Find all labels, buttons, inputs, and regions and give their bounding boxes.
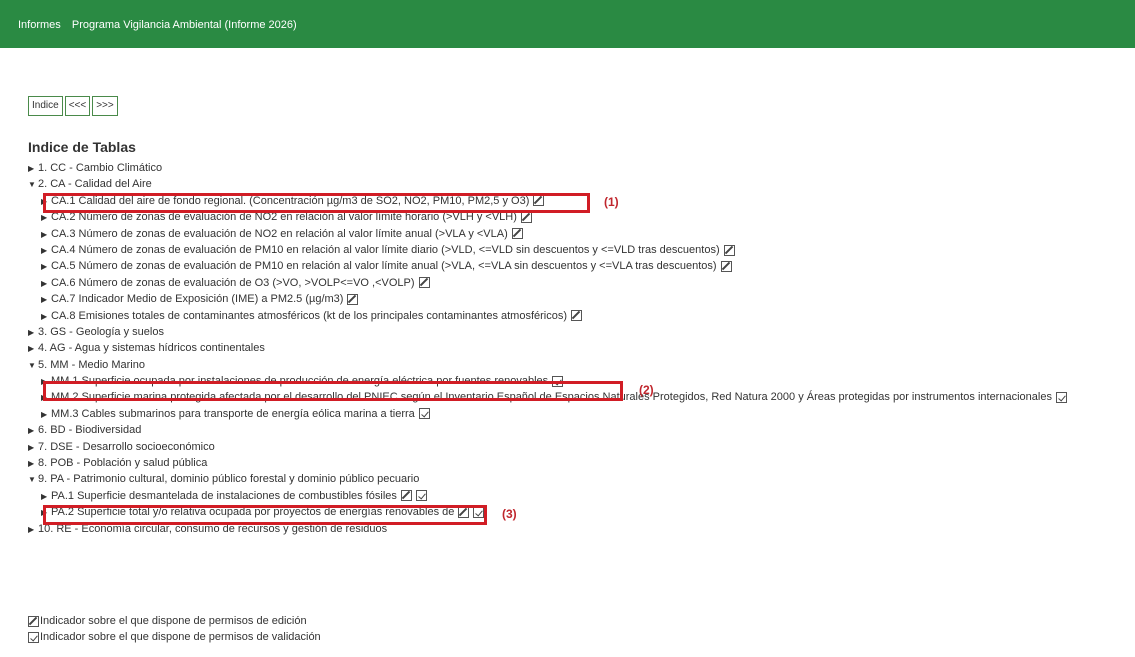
legend-edit: Indicador sobre el que dispone de permis… xyxy=(28,613,321,629)
index-nav-buttons: Indice <<< >>> xyxy=(28,96,118,116)
next-button[interactable]: >>> xyxy=(92,96,118,116)
caret-right-icon[interactable]: ▶ xyxy=(41,309,51,325)
permissions-legend: Indicador sobre el que dispone de permis… xyxy=(28,613,321,645)
tree-label[interactable]: CA.7 Indicador Medio de Exposición (IME)… xyxy=(51,293,343,305)
tree-item[interactable]: ▶ CA.8 Emisiones totales de contaminantes… xyxy=(28,308,1128,324)
tree-section[interactable]: ▶ 4. AG - Agua y sistemas hídricos contin… xyxy=(28,340,1128,356)
caret-right-icon[interactable]: ▶ xyxy=(41,227,51,243)
legend-validate-text: Indicador sobre el que dispone de permis… xyxy=(40,631,321,643)
tree-label[interactable]: 9. PA - Patrimonio cultural, dominio púb… xyxy=(38,473,419,485)
tree-label[interactable]: CA.5 Número de zonas de evaluación de PM… xyxy=(51,260,717,272)
annotation-label-3: (3) xyxy=(502,507,517,521)
tree-label[interactable]: PA.1 Superficie desmantelada de instalac… xyxy=(51,490,397,502)
caret-right-icon[interactable]: ▶ xyxy=(28,440,38,456)
edit-icon[interactable] xyxy=(347,293,359,305)
caret-right-icon[interactable]: ▶ xyxy=(28,325,38,341)
annotation-label-2: (2) xyxy=(639,383,654,397)
tree-label[interactable]: 2. CA - Calidad del Aire xyxy=(38,178,152,190)
tree-item[interactable]: ▶ CA.7 Indicador Medio de Exposición (IME… xyxy=(28,291,1128,307)
checkbox-icon[interactable] xyxy=(418,408,430,420)
tree-label[interactable]: CA.6 Número de zonas de evaluación de O3… xyxy=(51,277,415,289)
caret-right-icon[interactable]: ▶ xyxy=(41,243,51,259)
caret-right-icon[interactable]: ▶ xyxy=(28,522,38,538)
highlight-box-1 xyxy=(43,193,590,213)
page-title: Indice de Tablas xyxy=(28,139,136,155)
caret-right-icon[interactable]: ▶ xyxy=(28,423,38,439)
tree-section[interactable]: ▼ 9. PA - Patrimonio cultural, dominio pú… xyxy=(28,471,1128,487)
tree-item[interactable]: ▶ CA.4 Número de zonas de evaluación de P… xyxy=(28,242,1128,258)
previous-button[interactable]: <<< xyxy=(64,96,91,116)
tree-item[interactable]: ▶ CA.3 Número de zonas de evaluación de N… xyxy=(28,226,1128,242)
tree-label[interactable]: CA.4 Número de zonas de evaluación de PM… xyxy=(51,244,720,256)
index-button[interactable]: Indice xyxy=(28,96,63,116)
tree-label[interactable]: 8. POB - Población y salud pública xyxy=(38,457,207,469)
breadcrumb-program[interactable]: Programa Vigilancia Ambiental (Informe 2… xyxy=(72,19,297,31)
checkbox-icon xyxy=(28,631,39,643)
tree-item[interactable]: ▶ PA.1 Superficie desmantelada de instala… xyxy=(28,488,1128,504)
caret-right-icon[interactable]: ▶ xyxy=(28,341,38,357)
tree-item[interactable]: ▶ MM.3 Cables submarinos para transporte … xyxy=(28,406,1128,422)
tree-section[interactable]: ▶ 6. BD - Biodiversidad xyxy=(28,422,1128,438)
highlight-box-3 xyxy=(43,505,487,525)
legend-validate: Indicador sobre el que dispone de permis… xyxy=(28,629,321,645)
edit-icon[interactable] xyxy=(400,490,412,502)
breadcrumb-reports[interactable]: Informes xyxy=(18,19,61,31)
tree-section[interactable]: ▼ 5. MM - Medio Marino xyxy=(28,357,1128,373)
tree-label[interactable]: 1. CC - Cambio Climático xyxy=(38,162,162,174)
tree-label[interactable]: CA.8 Emisiones totales de contaminantes … xyxy=(51,310,567,322)
tree-section[interactable]: ▶ 8. POB - Población y salud pública xyxy=(28,455,1128,471)
caret-right-icon[interactable]: ▶ xyxy=(28,161,38,177)
checkbox-icon[interactable] xyxy=(415,490,427,502)
index-tree: ▶ 1. CC - Cambio Climático ▼ 2. CA - Calida… xyxy=(28,160,1128,537)
edit-icon[interactable] xyxy=(723,244,735,256)
tree-item[interactable]: ▶ CA.6 Número de zonas de evaluación de O… xyxy=(28,275,1128,291)
caret-down-icon[interactable]: ▼ xyxy=(28,177,38,193)
edit-icon[interactable] xyxy=(571,310,583,322)
caret-right-icon[interactable]: ▶ xyxy=(28,456,38,472)
caret-right-icon[interactable]: ▶ xyxy=(41,407,51,423)
tree-section[interactable]: ▶ 3. GS - Geología y suelos xyxy=(28,324,1128,340)
tree-label[interactable]: 3. GS - Geología y suelos xyxy=(38,326,164,338)
tree-section[interactable]: ▼ 2. CA - Calidad del Aire xyxy=(28,176,1128,192)
tree-label[interactable]: MM.3 Cables submarinos para transporte d… xyxy=(51,408,415,420)
header-bar: Informes Programa Vigilancia Ambiental (… xyxy=(0,0,1135,48)
caret-right-icon[interactable]: ▶ xyxy=(41,276,51,292)
edit-icon[interactable] xyxy=(720,260,732,272)
edit-icon[interactable] xyxy=(520,211,532,223)
caret-down-icon[interactable]: ▼ xyxy=(28,472,38,488)
tree-label[interactable]: 5. MM - Medio Marino xyxy=(38,359,145,371)
tree-label[interactable]: 4. AG - Agua y sistemas hídricos contine… xyxy=(38,342,265,354)
tree-label[interactable]: 6. BD - Biodiversidad xyxy=(38,424,141,436)
tree-label[interactable]: CA.3 Número de zonas de evaluación de NO… xyxy=(51,228,508,240)
caret-right-icon[interactable]: ▶ xyxy=(41,292,51,308)
checkbox-icon[interactable] xyxy=(1055,392,1067,404)
legend-edit-text: Indicador sobre el que dispone de permis… xyxy=(40,615,307,627)
tree-section[interactable]: ▶ 7. DSE - Desarrollo socioeconómico xyxy=(28,439,1128,455)
edit-icon[interactable] xyxy=(511,228,523,240)
edit-icon xyxy=(28,615,39,627)
tree-label[interactable]: 7. DSE - Desarrollo socioeconómico xyxy=(38,441,215,453)
tree-item[interactable]: ▶ CA.5 Número de zonas de evaluación de P… xyxy=(28,258,1128,274)
annotation-label-1: (1) xyxy=(604,195,619,209)
edit-icon[interactable] xyxy=(418,277,430,289)
breadcrumb: Informes Programa Vigilancia Ambiental (… xyxy=(18,19,305,31)
highlight-box-2 xyxy=(43,381,623,401)
caret-right-icon[interactable]: ▶ xyxy=(41,259,51,275)
caret-down-icon[interactable]: ▼ xyxy=(28,358,38,374)
tree-section[interactable]: ▶ 1. CC - Cambio Climático xyxy=(28,160,1128,176)
caret-right-icon[interactable]: ▶ xyxy=(41,489,51,505)
